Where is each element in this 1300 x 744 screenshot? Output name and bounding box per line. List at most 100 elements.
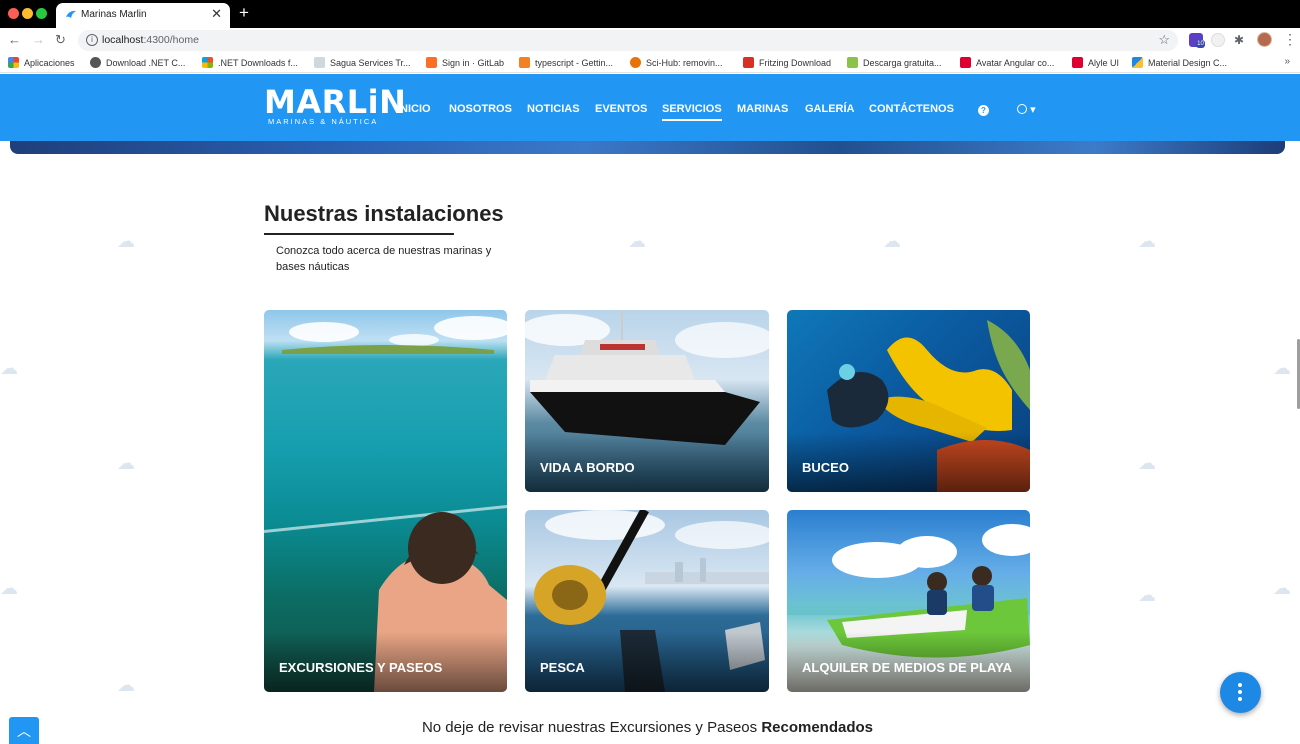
bookmark-item[interactable]: Descarga gratuita... xyxy=(847,56,942,70)
card-alquiler-medios-playa[interactable]: ALQUILER DE MEDIOS DE PLAYA xyxy=(787,510,1030,692)
extension-ghost-icon[interactable] xyxy=(1211,33,1225,47)
angular-icon xyxy=(960,57,971,68)
scroll-to-top-button[interactable]: ︿ xyxy=(9,717,39,744)
paw-icon: ☁ xyxy=(0,578,18,598)
card-vida-a-bordo[interactable]: VIDA A BORDO xyxy=(525,310,769,492)
bookmark-label: Descarga gratuita... xyxy=(863,58,942,68)
address-url: localhost:4300/home xyxy=(102,34,199,46)
paw-icon: ☁ xyxy=(1273,578,1291,598)
paw-icon: ☁ xyxy=(1138,453,1156,473)
material-icon xyxy=(1132,57,1143,68)
nav-marinas[interactable]: MARINAS xyxy=(737,103,788,115)
url-host: localhost xyxy=(102,34,144,46)
bookmarks-overflow-icon[interactable]: » xyxy=(1284,56,1290,67)
bookmarks-bar: Aplicaciones Download .NET C... .NET Dow… xyxy=(0,53,1300,73)
paw-icon: ☁ xyxy=(0,358,18,378)
bookmark-item[interactable]: Download .NET C... xyxy=(90,56,185,70)
browser-tab[interactable]: Marinas Marlin ✕ xyxy=(56,3,230,28)
section-title-underline xyxy=(264,233,454,235)
browser-menu-icon[interactable]: ⋮ xyxy=(1283,31,1297,47)
card-label: VIDA A BORDO xyxy=(540,460,635,475)
stackoverflow-icon xyxy=(519,57,530,68)
nav-eventos[interactable]: EVENTOS xyxy=(595,103,647,115)
bookmark-item[interactable]: Sagua Services Tr... xyxy=(314,56,411,70)
nav-noticias[interactable]: NOTICIAS xyxy=(527,103,580,115)
angular-icon xyxy=(1072,57,1083,68)
microsoft-icon xyxy=(202,57,213,68)
logo-wordmark: MARLiN xyxy=(264,83,407,121)
tab-title: Marinas Marlin xyxy=(81,9,147,20)
card-buceo[interactable]: BUCEO xyxy=(787,310,1030,492)
card-label: PESCA xyxy=(540,660,585,675)
bookmark-star-icon[interactable]: ☆ xyxy=(1158,32,1170,48)
site-info-icon[interactable]: i xyxy=(86,34,98,46)
bookmark-item[interactable]: Avatar Angular co... xyxy=(960,56,1054,70)
url-path: :4300/home xyxy=(143,34,199,46)
paw-icon: ☁ xyxy=(117,675,135,695)
dot-icon xyxy=(1238,690,1242,694)
language-selector[interactable]: ▾ xyxy=(1017,103,1036,116)
fritzing-icon xyxy=(743,57,754,68)
globe-icon xyxy=(1017,104,1027,114)
recommended-link[interactable]: Recomendados xyxy=(761,719,873,736)
paw-icon: ☁ xyxy=(1138,585,1156,605)
logo-tagline: MARINAS & NÁUTICA xyxy=(268,117,379,126)
bookmark-item[interactable]: Sign in · GitLab xyxy=(426,56,504,70)
globe-icon xyxy=(90,57,101,68)
help-icon[interactable]: ? xyxy=(978,105,989,116)
site-logo[interactable]: MARLiN MARINAS & NÁUTICA xyxy=(264,83,407,130)
reload-icon[interactable]: ↻ xyxy=(55,30,66,50)
nav-inicio[interactable]: INICIO xyxy=(397,103,431,115)
bookmark-label: typescript - Gettin... xyxy=(535,58,614,68)
card-excursiones[interactable]: EXCURSIONES Y PASEOS xyxy=(264,310,507,692)
more-options-fab[interactable] xyxy=(1220,672,1261,713)
browser-tab-bar: Marinas Marlin ✕ + xyxy=(0,0,1300,28)
nav-nosotros[interactable]: NOSOTROS xyxy=(449,103,512,115)
dot-icon xyxy=(1238,697,1242,701)
new-tab-button[interactable]: + xyxy=(239,3,249,23)
bookmark-label: Fritzing Download xyxy=(759,58,832,68)
extension-badge: 10 xyxy=(1196,40,1205,48)
bookmark-label: Sign in · GitLab xyxy=(442,58,505,68)
extensions-puzzle-icon[interactable]: ✱ xyxy=(1234,33,1248,47)
back-icon[interactable]: ← xyxy=(8,30,21,50)
section-subtitle: Conozca todo acerca de nuestras marinas … xyxy=(276,245,492,273)
profile-avatar[interactable] xyxy=(1257,32,1272,47)
nav-galeria[interactable]: GALERÍA xyxy=(805,103,855,115)
card-label: ALQUILER DE MEDIOS DE PLAYA xyxy=(802,660,1012,675)
bookmark-item[interactable]: Material Design C... xyxy=(1132,56,1227,70)
bookmark-label: Alyle UI xyxy=(1088,58,1120,68)
recommended-text-lead: No deje de revisar nuestras Excursiones … xyxy=(421,719,762,736)
forward-icon[interactable]: → xyxy=(32,30,45,50)
bookmark-label: Avatar Angular co... xyxy=(976,58,1055,68)
scihub-icon xyxy=(630,57,641,68)
bookmark-item[interactable]: Fritzing Download xyxy=(743,56,831,70)
card-pesca[interactable]: PESCA xyxy=(525,510,769,692)
zoom-window-button[interactable] xyxy=(36,8,47,19)
browser-toolbar: ← → ↻ i localhost:4300/home ☆ 10 ✱ ⋮ xyxy=(0,28,1300,53)
hero-banner-bottom xyxy=(10,140,1285,154)
address-bar[interactable]: i localhost:4300/home ☆ xyxy=(78,30,1178,51)
caret-down-icon: ▾ xyxy=(1030,104,1036,116)
paw-icon: ☁ xyxy=(1138,231,1156,251)
card-label: EXCURSIONES Y PASEOS xyxy=(279,660,443,675)
bookmark-label: Aplicaciones xyxy=(24,58,75,68)
bookmark-label: .NET Downloads f... xyxy=(218,58,298,68)
bookmark-item[interactable]: .NET Downloads f... xyxy=(202,56,298,70)
tab-close-icon[interactable]: ✕ xyxy=(211,7,222,21)
nav-servicios[interactable]: SERVICIOS xyxy=(662,103,722,121)
apps-grid-icon xyxy=(8,57,19,68)
paw-icon: ☁ xyxy=(1273,358,1291,378)
paw-icon: ☁ xyxy=(117,231,135,251)
minimize-window-button[interactable] xyxy=(22,8,33,19)
bookmark-item[interactable]: Sci-Hub: removin... xyxy=(630,56,723,70)
bookmark-item[interactable]: Aplicaciones xyxy=(8,56,75,70)
bookmark-label: Sci-Hub: removin... xyxy=(646,58,723,68)
bookmark-item[interactable]: Alyle UI xyxy=(1072,56,1119,70)
bookmark-item[interactable]: typescript - Gettin... xyxy=(519,56,613,70)
gitlab-icon xyxy=(426,57,437,68)
download-icon xyxy=(847,57,858,68)
paw-icon: ☁ xyxy=(628,231,646,251)
nav-contactenos[interactable]: CONTÁCTENOS xyxy=(869,103,954,115)
close-window-button[interactable] xyxy=(8,8,19,19)
